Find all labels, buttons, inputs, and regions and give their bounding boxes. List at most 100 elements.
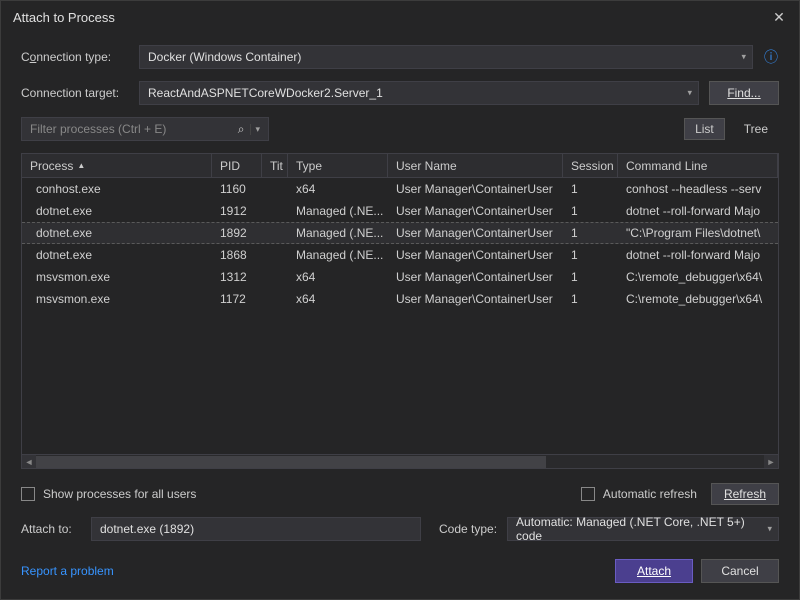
cell-type: Managed (.NE... xyxy=(288,200,388,222)
attach-button[interactable]: Attach xyxy=(615,559,693,583)
filter-input[interactable] xyxy=(30,122,232,136)
cancel-button[interactable]: Cancel xyxy=(701,559,779,583)
grid-header: Process ▲ PID Tit Type User Name Session… xyxy=(22,154,778,178)
table-row[interactable]: dotnet.exe1892Managed (.NE...User Manage… xyxy=(22,222,778,244)
cell-title xyxy=(262,288,288,310)
cell-cmd: conhost --headless --serv xyxy=(618,178,778,200)
connection-target-label: Connection target: xyxy=(21,86,129,100)
cell-type: x64 xyxy=(288,178,388,200)
show-all-users-checkbox[interactable]: Show processes for all users xyxy=(21,487,196,501)
options-row: Show processes for all users Automatic r… xyxy=(21,483,779,505)
attach-to-row: Attach to: dotnet.exe (1892) Code type: … xyxy=(21,517,779,541)
cell-user: User Manager\ContainerUser xyxy=(388,288,563,310)
table-row[interactable]: msvsmon.exe1312x64User Manager\Container… xyxy=(22,266,778,288)
info-icon[interactable]: ⓘ xyxy=(763,49,779,65)
dialog-title: Attach to Process xyxy=(13,10,115,25)
col-header-user[interactable]: User Name xyxy=(388,154,563,177)
checkbox-icon[interactable] xyxy=(581,487,595,501)
automatic-refresh-label: Automatic refresh xyxy=(603,487,697,501)
horizontal-scrollbar[interactable]: ◄ ► xyxy=(22,454,778,468)
cell-title xyxy=(262,178,288,200)
attach-to-label: Attach to: xyxy=(21,522,81,536)
view-tree-button[interactable]: Tree xyxy=(733,118,779,140)
process-grid: Process ▲ PID Tit Type User Name Session… xyxy=(21,153,779,469)
cell-pid: 1160 xyxy=(212,178,262,200)
scroll-right-icon[interactable]: ► xyxy=(764,455,778,469)
filter-processes-box[interactable]: ⌕ ▾ xyxy=(21,117,269,141)
code-type-value: Automatic: Managed (.NET Core, .NET 5+) … xyxy=(516,515,770,543)
grid-body: conhost.exe1160x64User Manager\Container… xyxy=(22,178,778,454)
connection-target-row: Connection target: ReactAndASPNETCoreWDo… xyxy=(21,81,779,105)
attach-to-process-dialog: Attach to Process ✕ Connection type: Doc… xyxy=(0,0,800,600)
filter-row: ⌕ ▾ List Tree xyxy=(21,117,779,141)
col-header-pid[interactable]: PID xyxy=(212,154,262,177)
cell-pid: 1892 xyxy=(212,223,262,243)
table-row[interactable]: msvsmon.exe1172x64User Manager\Container… xyxy=(22,288,778,310)
col-header-cmd[interactable]: Command Line xyxy=(618,154,778,177)
cell-pid: 1172 xyxy=(212,288,262,310)
cell-title xyxy=(262,266,288,288)
connection-type-dropdown[interactable]: Docker (Windows Container) ▾ xyxy=(139,45,753,69)
attach-to-field[interactable]: dotnet.exe (1892) xyxy=(91,517,421,541)
cell-pid: 1912 xyxy=(212,200,262,222)
cell-title xyxy=(262,244,288,266)
scroll-left-icon[interactable]: ◄ xyxy=(22,455,36,469)
search-icon[interactable]: ⌕ xyxy=(232,122,251,137)
cell-cmd: dotnet --roll-forward Majo xyxy=(618,244,778,266)
cell-pid: 1868 xyxy=(212,244,262,266)
titlebar: Attach to Process ✕ xyxy=(1,1,799,33)
col-header-session[interactable]: Session xyxy=(563,154,618,177)
cell-session: 1 xyxy=(563,266,618,288)
col-header-type[interactable]: Type xyxy=(288,154,388,177)
cell-user: User Manager\ContainerUser xyxy=(388,200,563,222)
report-problem-link[interactable]: Report a problem xyxy=(21,564,114,578)
col-header-title[interactable]: Tit xyxy=(262,154,288,177)
attach-to-value: dotnet.exe (1892) xyxy=(100,522,194,536)
filter-dropdown-icon[interactable]: ▾ xyxy=(250,124,264,135)
col-header-process[interactable]: Process ▲ xyxy=(22,154,212,177)
automatic-refresh-checkbox[interactable]: Automatic refresh xyxy=(581,487,697,501)
footer-buttons: Attach Cancel xyxy=(615,559,779,583)
cell-title xyxy=(262,223,288,243)
cell-title xyxy=(262,200,288,222)
connection-type-row: Connection type: Docker (Windows Contain… xyxy=(21,45,779,69)
chevron-down-icon: ▾ xyxy=(767,524,772,535)
cell-user: User Manager\ContainerUser xyxy=(388,178,563,200)
cell-cmd: "C:\Program Files\dotnet\ xyxy=(618,223,778,243)
cell-session: 1 xyxy=(563,200,618,222)
view-list-button[interactable]: List xyxy=(684,118,725,140)
cell-user: User Manager\ContainerUser xyxy=(388,266,563,288)
scroll-thumb[interactable] xyxy=(36,456,546,468)
cell-cmd: dotnet --roll-forward Majo xyxy=(618,200,778,222)
cell-pid: 1312 xyxy=(212,266,262,288)
close-icon[interactable]: ✕ xyxy=(771,9,787,25)
chevron-down-icon: ▾ xyxy=(687,88,692,99)
code-type-label: Code type: xyxy=(439,522,497,536)
connection-target-dropdown[interactable]: ReactAndASPNETCoreWDocker2.Server_1 ▾ xyxy=(139,81,699,105)
dialog-content: Connection type: Docker (Windows Contain… xyxy=(1,33,799,559)
chevron-down-icon: ▾ xyxy=(741,52,746,63)
cell-cmd: C:\remote_debugger\x64\ xyxy=(618,266,778,288)
scroll-track[interactable] xyxy=(36,455,764,468)
checkbox-icon[interactable] xyxy=(21,487,35,501)
connection-type-value: Docker (Windows Container) xyxy=(148,50,301,64)
sort-asc-icon: ▲ xyxy=(77,161,85,170)
cell-type: Managed (.NE... xyxy=(288,244,388,266)
table-row[interactable]: dotnet.exe1912Managed (.NE...User Manage… xyxy=(22,200,778,222)
find-button[interactable]: Find... xyxy=(709,81,779,105)
code-type-dropdown[interactable]: Automatic: Managed (.NET Core, .NET 5+) … xyxy=(507,517,779,541)
table-row[interactable]: dotnet.exe1868 Managed (.NE...User Manage… xyxy=(22,244,778,266)
cell-session: 1 xyxy=(563,288,618,310)
refresh-button[interactable]: Refresh xyxy=(711,483,779,505)
cell-process: dotnet.exe xyxy=(22,244,212,266)
cell-process: msvsmon.exe xyxy=(22,288,212,310)
cell-process: msvsmon.exe xyxy=(22,266,212,288)
cell-process: conhost.exe xyxy=(22,178,212,200)
cell-type: Managed (.NE... xyxy=(288,223,388,243)
footer: Report a problem Attach Cancel xyxy=(1,559,799,599)
table-row[interactable]: conhost.exe1160 x64User Manager\Container… xyxy=(22,178,778,200)
cell-user: User Manager\ContainerUser xyxy=(388,244,563,266)
cell-cmd: C:\remote_debugger\x64\ xyxy=(618,288,778,310)
cell-session: 1 xyxy=(563,244,618,266)
cell-user: User Manager\ContainerUser xyxy=(388,223,563,243)
